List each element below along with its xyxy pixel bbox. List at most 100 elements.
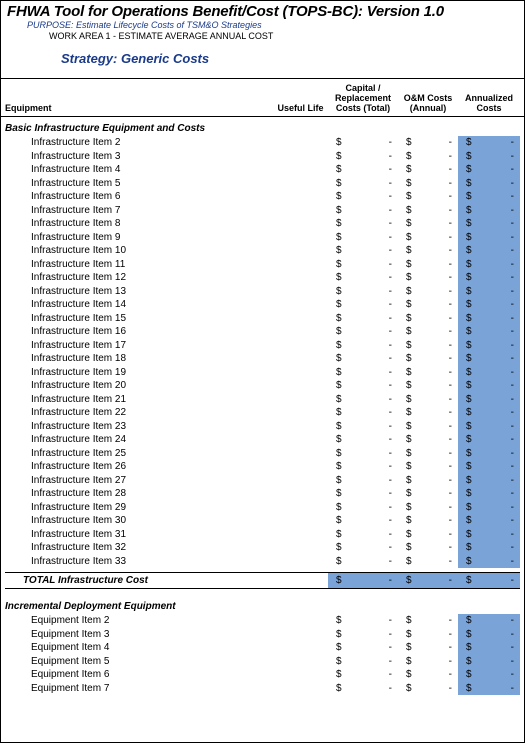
total-row: TOTAL Infrastructure Cost$-$-$- [1,572,524,589]
row-capital: $- [328,433,398,447]
table-row: Infrastructure Item 6$-$-$- [1,190,524,204]
row-om: $- [398,339,458,353]
row-capital: $- [328,298,398,312]
row-annualized: $- [458,136,520,150]
row-annualized: $- [458,204,520,218]
row-annualized: $- [458,433,520,447]
row-useful-life [273,641,328,655]
row-annualized: $- [458,528,520,542]
row-capital: $- [328,614,398,628]
total-capital: $- [328,572,398,589]
row-annualized: $- [458,641,520,655]
row-annualized: $- [458,312,520,326]
table-row: Infrastructure Item 16$-$-$- [1,325,524,339]
row-om: $- [398,528,458,542]
worksheet-page: FHWA Tool for Operations Benefit/Cost (T… [0,0,525,743]
row-om: $- [398,474,458,488]
col-equipment: Equipment [5,83,273,114]
col-useful-life: Useful Life [273,83,328,114]
row-capital: $- [328,501,398,515]
row-annualized: $- [458,406,520,420]
row-annualized: $- [458,339,520,353]
row-om: $- [398,177,458,191]
total-label: TOTAL Infrastructure Cost [5,572,273,589]
table-row: Infrastructure Item 25$-$-$- [1,447,524,461]
row-annualized: $- [458,514,520,528]
row-name: Infrastructure Item 32 [5,541,273,555]
row-om: $- [398,217,458,231]
section-title: Incremental Deployment Equipment [1,595,524,614]
row-useful-life [273,177,328,191]
row-om: $- [398,136,458,150]
row-useful-life [273,271,328,285]
row-annualized: $- [458,501,520,515]
row-capital: $- [328,641,398,655]
row-om: $- [398,325,458,339]
row-om: $- [398,682,458,696]
row-annualized: $- [458,555,520,569]
row-annualized: $- [458,447,520,461]
row-capital: $- [328,258,398,272]
row-name: Infrastructure Item 33 [5,555,273,569]
row-name: Infrastructure Item 30 [5,514,273,528]
row-useful-life [273,541,328,555]
table-row: Infrastructure Item 17$-$-$- [1,339,524,353]
row-name: Infrastructure Item 2 [5,136,273,150]
row-useful-life [273,258,328,272]
column-headers: Equipment Useful Life Capital / Replacem… [1,79,524,117]
sections-container: Basic Infrastructure Equipment and Costs… [1,117,524,701]
col-om: O&M Costs (Annual) [398,83,458,114]
row-useful-life [273,406,328,420]
row-annualized: $- [458,352,520,366]
row-annualized: $- [458,614,520,628]
row-om: $- [398,312,458,326]
row-annualized: $- [458,487,520,501]
row-name: Infrastructure Item 19 [5,366,273,380]
row-useful-life [273,312,328,326]
row-om: $- [398,541,458,555]
row-om: $- [398,628,458,642]
row-annualized: $- [458,655,520,669]
table-row: Infrastructure Item 28$-$-$- [1,487,524,501]
row-capital: $- [328,136,398,150]
row-annualized: $- [458,258,520,272]
row-name: Infrastructure Item 28 [5,487,273,501]
row-om: $- [398,204,458,218]
row-name: Infrastructure Item 8 [5,217,273,231]
row-annualized: $- [458,460,520,474]
row-useful-life [273,285,328,299]
row-annualized: $- [458,325,520,339]
row-capital: $- [328,150,398,164]
row-name: Infrastructure Item 11 [5,258,273,272]
row-om: $- [398,555,458,569]
row-name: Infrastructure Item 13 [5,285,273,299]
table-row: Infrastructure Item 21$-$-$- [1,393,524,407]
row-useful-life [273,614,328,628]
row-annualized: $- [458,244,520,258]
table-row: Infrastructure Item 8$-$-$- [1,217,524,231]
total-useful-life [273,572,328,589]
row-name: Infrastructure Item 14 [5,298,273,312]
row-name: Equipment Item 6 [5,668,273,682]
row-om: $- [398,668,458,682]
row-useful-life [273,528,328,542]
row-capital: $- [328,555,398,569]
row-name: Infrastructure Item 21 [5,393,273,407]
table-row: Infrastructure Item 5$-$-$- [1,177,524,191]
row-om: $- [398,460,458,474]
row-useful-life [273,514,328,528]
row-om: $- [398,352,458,366]
row-annualized: $- [458,285,520,299]
row-capital: $- [328,190,398,204]
row-capital: $- [328,285,398,299]
row-capital: $- [328,420,398,434]
table-row: Infrastructure Item 12$-$-$- [1,271,524,285]
row-om: $- [398,420,458,434]
row-capital: $- [328,528,398,542]
row-om: $- [398,641,458,655]
table-row: Infrastructure Item 4$-$-$- [1,163,524,177]
row-capital: $- [328,474,398,488]
row-useful-life [273,682,328,696]
table-row: Equipment Item 3$-$-$- [1,628,524,642]
row-name: Infrastructure Item 18 [5,352,273,366]
